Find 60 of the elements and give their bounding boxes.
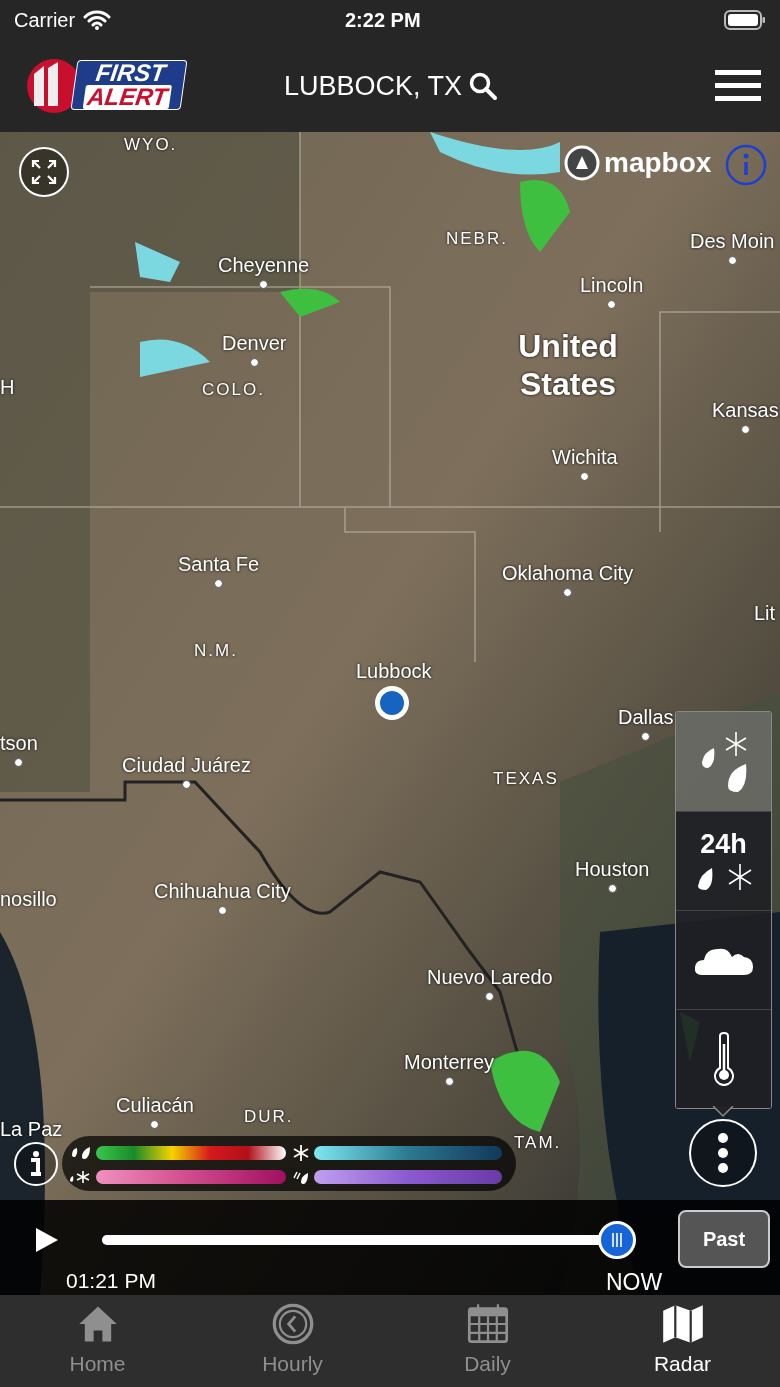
city-label: Kansas bbox=[712, 398, 779, 423]
map-attribution: mapbox bbox=[604, 146, 712, 180]
city-label: Wichita bbox=[552, 445, 618, 470]
city-label: Oklahoma City bbox=[502, 561, 634, 586]
location-marker-icon bbox=[373, 684, 411, 722]
logo-text: FIRST bbox=[94, 61, 168, 85]
location-search-button[interactable]: LUBBOCK, TX bbox=[284, 65, 499, 107]
grip-icon bbox=[611, 1233, 623, 1247]
tab-bar-item[interactable]: Daily bbox=[390, 1295, 585, 1387]
city-label: H bbox=[0, 375, 15, 400]
layer-label: 24h bbox=[700, 830, 747, 858]
map-layer-button[interactable] bbox=[676, 1009, 771, 1108]
city-label: Denver bbox=[222, 331, 287, 356]
city-label: tson bbox=[0, 731, 38, 756]
wifi-icon bbox=[83, 10, 112, 30]
now-label: NOW bbox=[606, 1268, 663, 1295]
more-vertical-icon bbox=[717, 1132, 729, 1174]
region-label: NEBR. bbox=[446, 228, 508, 250]
city-label: Des Moin bbox=[690, 229, 775, 254]
region-label: TEXAS bbox=[493, 768, 559, 790]
past-button[interactable]: Past bbox=[678, 1210, 770, 1268]
city-label: Monterrey bbox=[404, 1050, 495, 1075]
city-label: Cheyenne bbox=[218, 253, 310, 278]
clock-time: 2:22 PM bbox=[345, 8, 421, 33]
city-label: Dallas bbox=[618, 705, 674, 730]
city-label: Santa Fe bbox=[178, 552, 260, 577]
menu-icon[interactable] bbox=[715, 69, 761, 103]
map-layer-button[interactable] bbox=[676, 910, 771, 1009]
battery-icon bbox=[724, 10, 766, 30]
thermometer-icon bbox=[711, 1032, 736, 1086]
play-icon[interactable] bbox=[34, 1227, 60, 1253]
search-icon bbox=[468, 71, 499, 101]
region-label: COLO. bbox=[202, 379, 265, 401]
legend-info-icon[interactable] bbox=[12, 1140, 60, 1188]
city-label: Culiacán bbox=[116, 1093, 194, 1118]
carrier-label: Carrier bbox=[14, 8, 76, 33]
tab-bar-item[interactable]: Hourly bbox=[195, 1295, 390, 1387]
city-label: Chihuahua City bbox=[154, 879, 291, 904]
region-label: WYO. bbox=[124, 134, 178, 156]
city-label: Lincoln bbox=[580, 273, 644, 298]
tab-bar-item[interactable]: Home bbox=[0, 1295, 195, 1387]
city-label: Lubbock bbox=[356, 659, 432, 684]
region-label: TAM. bbox=[514, 1132, 562, 1154]
region-label: DUR. bbox=[244, 1106, 294, 1128]
fullscreen-icon[interactable] bbox=[18, 146, 70, 198]
mixed-precip-icon bbox=[68, 1169, 92, 1185]
tab-bar-item[interactable]: Radar bbox=[585, 1295, 780, 1387]
timeline-handle[interactable] bbox=[598, 1221, 636, 1259]
start-time: 01:21 PM bbox=[66, 1268, 156, 1294]
city-label: Nuevo Laredo bbox=[427, 965, 553, 990]
region-label: N.M. bbox=[194, 640, 238, 662]
country-label: United States bbox=[517, 327, 619, 404]
logo-text: ALERT bbox=[82, 85, 172, 109]
city-label: nosillo bbox=[0, 887, 57, 912]
city-label: Houston bbox=[575, 857, 650, 882]
city-label: Lit bbox=[754, 601, 776, 626]
city-label: Ciudad Juárez bbox=[122, 753, 251, 778]
map-layer-button[interactable]: 24h bbox=[676, 811, 771, 910]
mapbox-logo-icon bbox=[564, 145, 600, 181]
snowflake-icon bbox=[292, 1144, 310, 1162]
